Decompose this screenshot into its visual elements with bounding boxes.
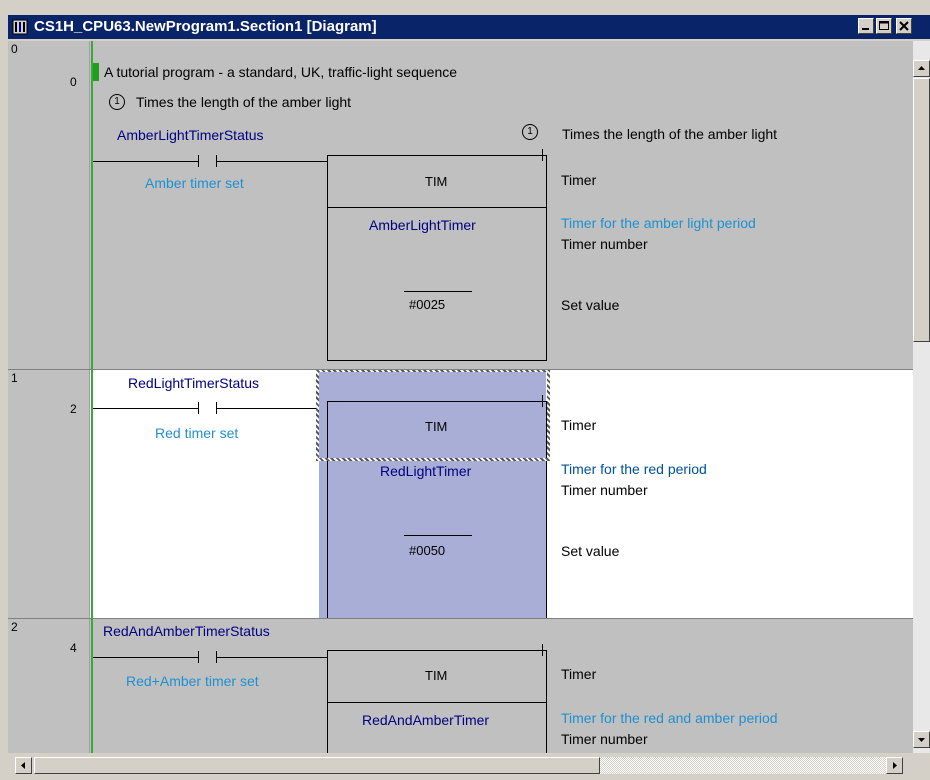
rung-0[interactable]: 0 0 A tutorial program - a standard, UK,… xyxy=(8,41,913,369)
operand-1-desc: Timer number xyxy=(561,236,648,252)
focus-rectangle xyxy=(316,370,550,461)
operand-1[interactable]: RedAndAmberTimer xyxy=(362,712,489,728)
set-value-bar xyxy=(404,535,472,536)
scroll-left-icon xyxy=(21,762,25,769)
app-icon xyxy=(12,19,28,35)
maximize-icon xyxy=(879,21,889,30)
comment-marker xyxy=(92,63,99,81)
operand-1[interactable]: RedLightTimer xyxy=(380,463,471,479)
wire xyxy=(93,161,198,162)
rung-gutter xyxy=(8,41,90,369)
operand-1-comment[interactable]: Timer for the red period xyxy=(561,461,707,477)
maximize-button[interactable] xyxy=(876,18,892,34)
rung-comment-number: 1 xyxy=(109,94,125,110)
vertical-scrollbar[interactable] xyxy=(913,41,930,753)
contact-comment[interactable]: Amber timer set xyxy=(145,175,244,191)
timer-instruction-box[interactable]: TIM RedAndAmberTimer xyxy=(327,650,547,753)
minimize-icon xyxy=(862,28,869,30)
contact-bar xyxy=(198,651,199,663)
wire xyxy=(216,408,327,409)
operand-2[interactable]: #0050 xyxy=(409,543,445,558)
scroll-thumb[interactable] xyxy=(913,78,930,342)
contact-bar xyxy=(198,155,199,167)
wire xyxy=(216,161,327,162)
box-divider xyxy=(328,207,546,208)
diagram-window: CS1H_CPU63.NewProgram1.Section1 [Diagram… xyxy=(0,0,930,780)
wire xyxy=(216,657,327,658)
instruction-name: TIM xyxy=(425,174,448,189)
rung-1[interactable]: 1 2 RedLightTimerStatus Red timer set TI… xyxy=(8,370,913,618)
contact-comment[interactable]: Red timer set xyxy=(155,425,238,441)
operand-1-comment[interactable]: Timer for the amber light period xyxy=(561,215,756,231)
window-title: CS1H_CPU63.NewProgram1.Section1 [Diagram… xyxy=(34,18,377,35)
rung-2[interactable]: 2 4 RedAndAmberTimerStatus Red+Amber tim… xyxy=(8,619,913,753)
operand-2[interactable]: #0025 xyxy=(409,297,445,312)
rung-index: 1 xyxy=(11,371,18,385)
program-comment[interactable]: A tutorial program - a standard, UK, tra… xyxy=(104,64,457,80)
horizontal-scrollbar[interactable] xyxy=(8,755,913,775)
power-rail xyxy=(91,41,93,753)
close-button[interactable] xyxy=(896,18,912,34)
rung-gutter xyxy=(8,619,90,753)
size-grip xyxy=(905,757,913,774)
scroll-left-button[interactable] xyxy=(15,757,32,774)
contact-name[interactable]: RedLightTimerStatus xyxy=(128,375,259,391)
operand-1-desc: Timer number xyxy=(561,482,648,498)
minimize-button[interactable] xyxy=(858,18,874,34)
timer-instruction-box[interactable]: TIM AmberLightTimer #0025 xyxy=(327,155,547,361)
title-bar[interactable]: CS1H_CPU63.NewProgram1.Section1 [Diagram… xyxy=(8,15,930,39)
scroll-right-button[interactable] xyxy=(886,757,903,774)
wire xyxy=(93,408,198,409)
contact-bar xyxy=(198,402,199,414)
instruction-desc: Timer xyxy=(561,172,597,188)
contact-name[interactable]: RedAndAmberTimerStatus xyxy=(103,623,270,639)
output-tick xyxy=(542,644,543,656)
set-value-bar xyxy=(404,291,472,292)
output-tick xyxy=(542,395,543,407)
operand-1-comment[interactable]: Timer for the red and amber period xyxy=(561,710,778,726)
instruction-desc: Timer xyxy=(561,417,597,433)
scroll-up-button[interactable] xyxy=(913,60,930,77)
rung-comment[interactable]: Times the length of the amber light xyxy=(136,94,351,110)
scroll-right-icon xyxy=(893,762,897,769)
horizontal-scroll-thumb[interactable] xyxy=(34,757,600,774)
instruction-name: TIM xyxy=(425,668,448,683)
instruction-desc: Timer xyxy=(561,666,597,682)
scroll-up-icon xyxy=(918,66,925,70)
ladder-diagram[interactable]: 0 0 A tutorial program - a standard, UK,… xyxy=(8,41,913,753)
contact-name[interactable]: AmberLightTimerStatus xyxy=(117,127,264,143)
instruction-comment[interactable]: Times the length of the amber light xyxy=(562,126,777,142)
scroll-track[interactable] xyxy=(600,757,886,774)
close-icon xyxy=(899,21,909,31)
scroll-down-button[interactable] xyxy=(913,731,930,748)
rung-index: 0 xyxy=(11,42,18,56)
instruction-comment-number: 1 xyxy=(522,124,538,140)
output-tick xyxy=(542,149,543,161)
rung-index: 2 xyxy=(11,620,18,634)
contact-comment[interactable]: Red+Amber timer set xyxy=(126,673,259,689)
operand-2-desc: Set value xyxy=(561,297,620,313)
wire xyxy=(93,657,198,658)
box-divider xyxy=(328,702,546,703)
operand-2-desc: Set value xyxy=(561,543,620,559)
operand-1-desc: Timer number xyxy=(561,731,648,747)
scroll-down-icon xyxy=(918,738,925,742)
operand-1[interactable]: AmberLightTimer xyxy=(369,217,476,233)
